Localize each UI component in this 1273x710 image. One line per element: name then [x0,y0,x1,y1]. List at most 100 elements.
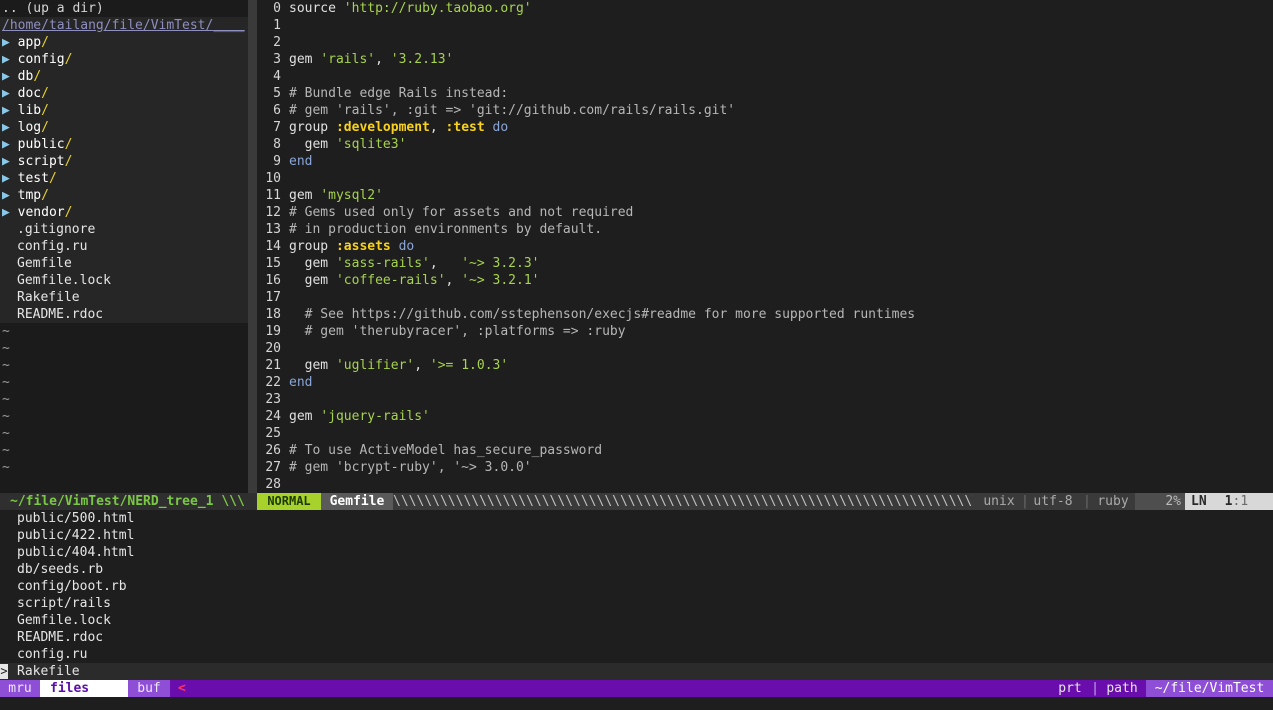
nerdtree-dir-app[interactable]: ▶ app/ [0,34,248,51]
dir-slash: / [64,137,73,152]
nerdtree-dir-log[interactable]: ▶ log/ [0,119,248,136]
code-line[interactable]: 1 [257,17,1273,34]
file-name: README.rdoc [17,307,104,322]
dir-slash: / [33,69,42,84]
nerdtree-file[interactable]: README.rdoc [0,306,248,323]
ctrlp-item[interactable]: public/500.html [0,510,1273,527]
code-line[interactable]: 11 gem 'mysql2' [257,187,1273,204]
line-number: 12 [265,205,281,220]
line-number: 22 [265,375,281,390]
ctrlp-item[interactable]: public/404.html [0,544,1273,561]
code-line[interactable]: 15 gem 'sass-rails', '~> 3.2.3' [257,255,1273,272]
code-line[interactable]: 0 source 'http://ruby.taobao.org' [257,0,1273,17]
code-token: # Gems used only for assets and not requ… [289,205,634,220]
ctrlp-results[interactable]: public/500.html public/422.html public/404… [0,510,1273,680]
code-line[interactable]: 6 # gem 'rails', :git => 'git://github.co… [257,102,1273,119]
nerdtree-file[interactable]: Rakefile [0,289,248,306]
nerdtree-dir-tmp[interactable]: ▶ tmp/ [0,187,248,204]
code-line[interactable]: 25 [257,425,1273,442]
ctrlp-selected-item[interactable]: > Rakefile [0,663,1273,680]
code-token: gem [289,137,336,152]
code-line[interactable]: 2 [257,34,1273,51]
dir-name: tmp [17,188,42,203]
nerdtree-dir-doc[interactable]: ▶ doc/ [0,85,248,102]
nerdtree-file[interactable]: Gemfile.lock [0,272,248,289]
nerdtree-dir-db[interactable]: ▶ db/ [0,68,248,85]
code-line[interactable]: 28 [257,476,1273,493]
code-line[interactable]: 18 # See https://github.com/sstephenson/… [257,306,1273,323]
ctrlp-item[interactable]: Gemfile.lock [0,612,1273,629]
nerdtree-file[interactable]: .gitignore [0,221,248,238]
code-line[interactable]: 13 # in production environments by defaul… [257,221,1273,238]
empty-line-tilde: ~ [2,460,10,475]
ctrlp-item[interactable]: script/rails [0,595,1273,612]
code-line[interactable]: 16 gem 'coffee-rails', '~> 3.2.1' [257,272,1273,289]
code-token: do [492,120,509,135]
ctrlp-item[interactable]: db/seeds.rb [0,561,1273,578]
nerdtree-file[interactable]: Gemfile [0,255,248,272]
nerdtree-dir-test[interactable]: ▶ test/ [0,170,248,187]
code-line[interactable]: 12 # Gems used only for assets and not re… [257,204,1273,221]
code-line[interactable]: 27 # gem 'bcrypt-ruby', '~> 3.0.0' [257,459,1273,476]
code-token: gem [289,358,336,373]
ctrlp-mode-mru[interactable]: mru [0,680,40,697]
editor-pane[interactable]: 0 source 'http://ruby.taobao.org' 1 2 3 gem '… [257,0,1273,493]
vim-command-line[interactable] [0,697,1273,710]
line-number: 27 [265,460,281,475]
nerdtree-dir-public[interactable]: ▶ public/ [0,136,248,153]
code-token: # gem 'rails', :git => 'git://github.com… [289,103,736,118]
file-name: Rakefile [17,290,80,305]
code-line[interactable]: 7 group :development, :test do [257,119,1273,136]
nerdtree-root-path[interactable]: /home/tailang/file/VimTest/____ [0,17,248,34]
empty-line-tilde: ~ [2,358,10,373]
ctrlp-mode-files[interactable]: files [40,680,128,697]
code-line[interactable]: 20 [257,340,1273,357]
ctrlp-item[interactable]: public/422.html [0,527,1273,544]
code-token: '3.2.13' [390,52,454,67]
code-line[interactable]: 9 end [257,153,1273,170]
nerdtree-empty-lines: ~ ~ ~ ~ ~ ~ ~ ~ ~ [0,323,248,476]
nerdtree-file[interactable]: config.ru [0,238,248,255]
nerdtree-pane[interactable]: .. (up a dir) /home/tailang/file/VimTest… [0,0,248,493]
code-line[interactable]: 8 gem 'sqlite3' [257,136,1273,153]
ctrlp-prt-label: prt [1058,681,1082,696]
ctrlp-item[interactable]: config/boot.rb [0,578,1273,595]
nerdtree-dir-config[interactable]: ▶ config/ [0,51,248,68]
line-number: 10 [265,171,281,186]
nerdtree-dir-lib[interactable]: ▶ lib/ [0,102,248,119]
filetype: ruby [1097,494,1129,509]
line-number: 2 [273,35,281,50]
dir-slash: / [41,86,49,101]
empty-line-tilde: ~ [2,392,10,407]
code-line[interactable]: 3 gem 'rails', '3.2.13' [257,51,1273,68]
dir-name: db [17,69,34,84]
code-token: '~> 3.2.1' [461,273,540,288]
ctrlp-mode-buf[interactable]: buf [128,680,170,697]
nerdtree-dir-script[interactable]: ▶ script/ [0,153,248,170]
code-line[interactable]: 22 end [257,374,1273,391]
code-token: do [398,239,415,254]
status-separator: | [1083,494,1091,509]
code-line[interactable]: 5 # Bundle edge Rails instead: [257,85,1273,102]
code-line[interactable]: 4 [257,68,1273,85]
code-line[interactable]: 24 gem 'jquery-rails' [257,408,1273,425]
nerdtree-up-dir[interactable]: .. (up a dir) [0,0,248,17]
code-line[interactable]: 14 group :assets do [257,238,1273,255]
dir-slash: / [64,154,73,169]
code-line[interactable]: 26 # To use ActiveModel has_secure_passwo… [257,442,1273,459]
code-line[interactable]: 19 # gem 'therubyracer', :platforms => :… [257,323,1273,340]
line-number: 15 [265,256,281,271]
ctrlp-working-dir: ~/file/VimTest [1146,680,1273,697]
ctrlp-item[interactable]: config.ru [0,646,1273,663]
code-line[interactable]: 21 gem 'uglifier', '>= 1.0.3' [257,357,1273,374]
dir-name: vendor [17,205,65,220]
code-line[interactable]: 23 [257,391,1273,408]
code-line[interactable]: 10 [257,170,1273,187]
line-number: 23 [265,392,281,407]
vertical-split-bar[interactable] [248,0,257,493]
code-line[interactable]: 17 [257,289,1273,306]
code-token: # gem 'therubyracer', :platforms => :rub… [289,324,626,339]
line-number: 26 [265,443,281,458]
ctrlp-item[interactable]: README.rdoc [0,629,1273,646]
nerdtree-dir-vendor[interactable]: ▶ vendor/ [0,204,248,221]
